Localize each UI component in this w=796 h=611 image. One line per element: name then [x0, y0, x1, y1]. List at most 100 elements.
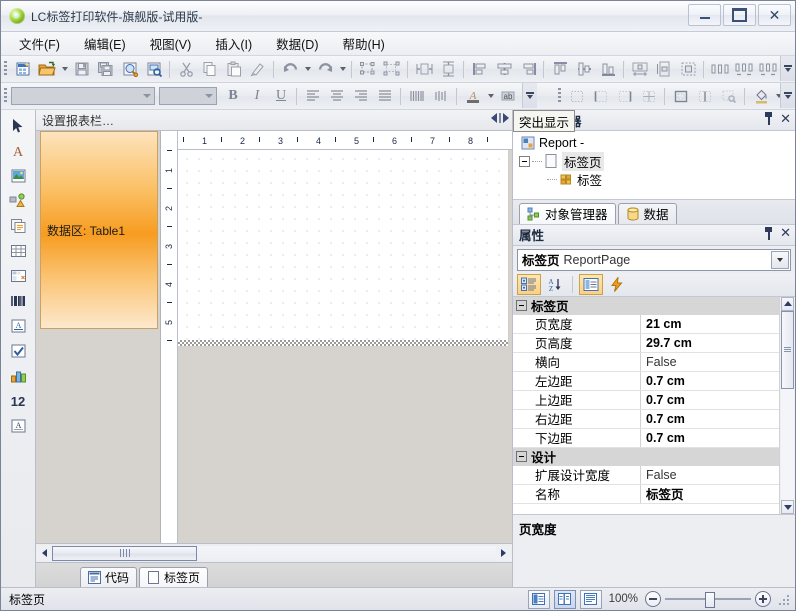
tool-richtext[interactable]: A	[6, 315, 30, 336]
align-center-h-icon[interactable]	[492, 58, 516, 80]
menu-data[interactable]: 数据(D)	[264, 31, 330, 56]
property-group-header[interactable]: 设计	[513, 447, 779, 466]
pin-icon[interactable]	[764, 226, 773, 240]
view-normal-button[interactable]	[527, 589, 550, 609]
group-collapse-icon[interactable]	[516, 451, 527, 462]
tool-chart[interactable]	[6, 365, 30, 386]
properties-vertical-scrollbar[interactable]	[779, 296, 795, 514]
tool-image[interactable]	[6, 165, 30, 186]
cut-icon[interactable]	[174, 58, 198, 80]
tool-subreport[interactable]	[6, 215, 30, 236]
space-inc-h-icon[interactable]	[732, 58, 756, 80]
object-tree[interactable]: Report - 标签页 标签	[513, 131, 795, 200]
tool-barcode[interactable]	[6, 290, 30, 311]
property-row[interactable]: 名称 标签页	[513, 484, 779, 504]
property-value[interactable]: 标签页	[641, 485, 779, 503]
font-size-combo[interactable]	[159, 87, 217, 105]
prop-categorized-button[interactable]	[517, 274, 541, 295]
font-name-combo[interactable]	[11, 87, 155, 105]
toolbar-grip[interactable]	[4, 88, 7, 104]
property-row[interactable]: 页宽度 21 cm	[513, 314, 779, 334]
menu-insert[interactable]: 插入(I)	[203, 31, 264, 56]
border-left-icon[interactable]	[589, 85, 613, 107]
undo-icon[interactable]	[278, 58, 302, 80]
scroll-track[interactable]	[781, 310, 794, 500]
align-bottom-icon[interactable]	[596, 58, 620, 80]
property-row[interactable]: 右边距 0.7 cm	[513, 409, 779, 429]
resize-grip-icon[interactable]	[777, 593, 789, 605]
report-canvas[interactable]	[178, 150, 509, 346]
border-inside-icon[interactable]	[693, 85, 717, 107]
canvas-horizontal-scrollbar[interactable]	[36, 543, 512, 562]
format-toolbar-overflow-button[interactable]	[522, 83, 537, 108]
align-top-icon[interactable]	[548, 58, 572, 80]
property-value[interactable]: 0.7 cm	[641, 391, 779, 409]
property-row[interactable]: 左边距 0.7 cm	[513, 371, 779, 391]
redo-icon[interactable]	[313, 58, 337, 80]
open-report-icon[interactable]	[35, 58, 59, 80]
align-left-icon[interactable]	[468, 58, 492, 80]
align-text-right-icon[interactable]	[349, 85, 373, 107]
minimize-button[interactable]	[688, 4, 721, 26]
scroll-thumb[interactable]	[52, 545, 197, 561]
close-button[interactable]: ✕	[758, 4, 791, 26]
align-text-left-icon[interactable]	[301, 85, 325, 107]
property-object-selector[interactable]: 标签页 ReportPage	[517, 248, 791, 271]
property-value[interactable]: 0.7 cm	[641, 372, 779, 390]
toolbar-grip[interactable]	[4, 61, 7, 77]
undo-dropdown-icon[interactable]	[302, 58, 313, 80]
underline-button[interactable]: U	[269, 85, 293, 107]
bold-button[interactable]: B	[221, 85, 245, 107]
maximize-button[interactable]	[723, 4, 756, 26]
text-rotate-icon[interactable]	[405, 85, 429, 107]
menu-file[interactable]: 文件(F)	[7, 31, 72, 56]
property-value[interactable]: False	[641, 466, 779, 484]
prop-properties-button[interactable]	[579, 274, 603, 295]
design-tab-code[interactable]: 代码	[80, 567, 138, 587]
property-value[interactable]: 0.7 cm	[641, 429, 779, 447]
fill-color-icon[interactable]	[749, 85, 773, 107]
property-value[interactable]: 21 cm	[641, 315, 779, 333]
band-header-label[interactable]: 设置报表栏…	[42, 112, 114, 129]
border-right-icon[interactable]	[613, 85, 637, 107]
property-value[interactable]: 0.7 cm	[641, 410, 779, 428]
border-none-icon[interactable]	[565, 85, 589, 107]
tool-matrix[interactable]	[6, 265, 30, 286]
paste-icon[interactable]	[222, 58, 246, 80]
save-all-icon[interactable]	[94, 58, 118, 80]
property-value[interactable]: 29.7 cm	[641, 334, 779, 352]
fit-icon[interactable]	[676, 58, 700, 80]
border-outline-icon[interactable]	[669, 85, 693, 107]
property-row[interactable]: 上边距 0.7 cm	[513, 390, 779, 410]
data-band-table1[interactable]: 数据区: Table1	[40, 131, 158, 329]
zoom-slider-thumb[interactable]	[705, 592, 715, 608]
scroll-right-button[interactable]	[496, 545, 511, 561]
scroll-down-button[interactable]	[781, 500, 794, 514]
font-color-icon[interactable]: A	[461, 85, 485, 107]
scroll-up-button[interactable]	[781, 296, 794, 311]
design-tab-labelpage[interactable]: 标签页	[139, 567, 209, 587]
tool-pagenumber[interactable]: 12	[6, 390, 30, 411]
tool-table[interactable]	[6, 240, 30, 261]
center-page-v-icon[interactable]	[652, 58, 676, 80]
space-dec-h-icon[interactable]	[756, 58, 780, 80]
property-group-header[interactable]: 标签页	[513, 296, 779, 315]
view-list-button[interactable]	[579, 589, 602, 609]
new-report-icon[interactable]	[11, 58, 35, 80]
group-icon[interactable]	[356, 58, 380, 80]
scroll-left-button[interactable]	[37, 545, 52, 561]
pin-icon[interactable]	[764, 112, 773, 125]
space-equal-h-icon[interactable]	[708, 58, 732, 80]
scroll-thumb[interactable]	[781, 310, 794, 389]
zoom-slider[interactable]	[665, 592, 751, 608]
align-middle-icon[interactable]	[572, 58, 596, 80]
tree-item-labelpage[interactable]: 标签页	[517, 151, 795, 171]
border-settings-icon[interactable]	[717, 85, 741, 107]
group-collapse-icon[interactable]	[516, 300, 527, 311]
italic-button[interactable]: I	[245, 85, 269, 107]
properties-grid[interactable]: 标签页 页宽度 21 cm 页高度 29.7 cm 横向 False 左边距 0…	[513, 296, 779, 515]
nav-left-icon[interactable]	[491, 113, 497, 123]
align-text-justify-icon[interactable]	[373, 85, 397, 107]
property-row[interactable]: 横向 False	[513, 352, 779, 372]
menu-view[interactable]: 视图(V)	[138, 31, 204, 56]
